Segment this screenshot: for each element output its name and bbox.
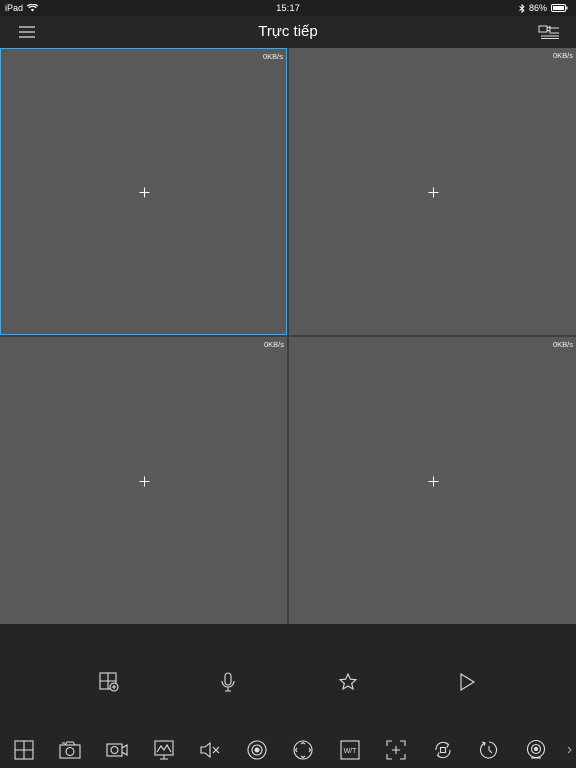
video-pane-3[interactable]: 0KB/s <box>0 337 287 624</box>
star-icon[interactable] <box>336 670 360 694</box>
page-title: Trực tiếp <box>258 23 318 40</box>
add-camera-icon[interactable] <box>139 476 150 487</box>
ptz-icon[interactable] <box>245 738 269 762</box>
wide-tele-icon[interactable]: W/T <box>338 738 362 762</box>
live-view-grid: 0KB/s 0KB/s 0KB/s 0KB/s <box>0 48 576 624</box>
layout-add-icon[interactable] <box>97 670 121 694</box>
sync-icon[interactable] <box>431 738 455 762</box>
video-pane-4[interactable]: 0KB/s <box>289 337 576 624</box>
split-screen-icon[interactable] <box>12 738 36 762</box>
snapshot-icon[interactable] <box>58 738 82 762</box>
control-panel: W/T <box>0 624 576 768</box>
battery-percent: 86% <box>528 3 547 13</box>
record-icon[interactable] <box>105 738 129 762</box>
add-camera-icon[interactable] <box>139 187 150 198</box>
playback-time-icon[interactable] <box>477 738 501 762</box>
status-bar: iPad 15:17 86% <box>0 0 576 16</box>
status-right: 86% <box>519 3 568 13</box>
microphone-icon[interactable] <box>216 670 240 694</box>
image-adjust-icon[interactable] <box>152 738 176 762</box>
add-camera-icon[interactable] <box>428 187 439 198</box>
bitrate-label: 0KB/s <box>263 340 284 349</box>
more-arrow-icon[interactable] <box>564 744 574 756</box>
bitrate-label: 0KB/s <box>262 52 283 61</box>
video-pane-1[interactable]: 0KB/s <box>0 48 287 335</box>
bluetooth-icon <box>519 3 525 13</box>
navigation-bar: Trực tiếp <box>0 16 576 48</box>
status-time: 15:17 <box>276 3 300 14</box>
play-icon[interactable] <box>455 670 479 694</box>
device-list-icon[interactable] <box>538 24 560 40</box>
svg-text:W/T: W/T <box>344 748 358 755</box>
zoom-icon[interactable] <box>384 738 408 762</box>
battery-icon <box>551 4 568 12</box>
bitrate-label: 0KB/s <box>552 340 573 349</box>
bitrate-label: 0KB/s <box>552 51 573 60</box>
fisheye-icon[interactable] <box>524 738 548 762</box>
direction-icon[interactable] <box>291 738 315 762</box>
add-camera-icon[interactable] <box>428 476 439 487</box>
mute-icon[interactable] <box>198 738 222 762</box>
video-pane-2[interactable]: 0KB/s <box>289 48 576 335</box>
